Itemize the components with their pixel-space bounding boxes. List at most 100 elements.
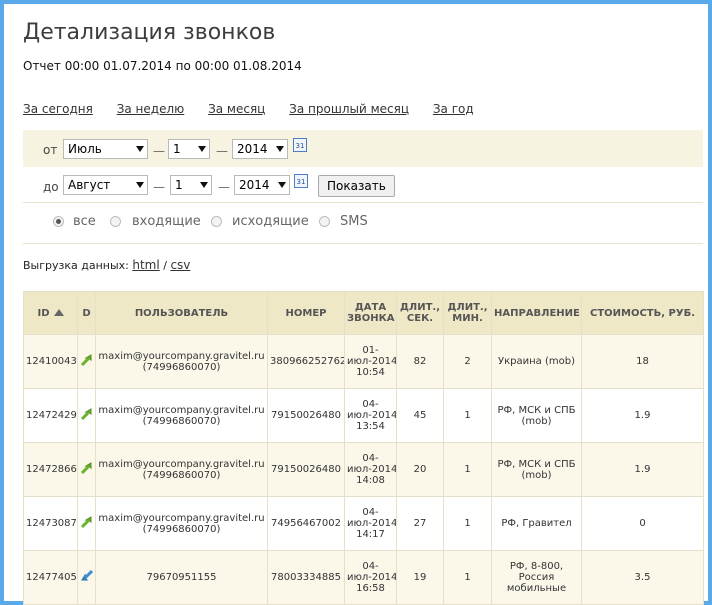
from-year-value: 2014: [237, 142, 268, 156]
from-month-select[interactable]: Июль: [63, 139, 148, 159]
cell-date: 04-июл-2014 14:17: [344, 496, 397, 551]
radio-sms-label[interactable]: SMS: [340, 214, 368, 229]
dash: —: [218, 180, 230, 194]
col-direction-flag[interactable]: D: [77, 291, 96, 335]
cell-number: 79150026480: [267, 388, 345, 443]
cell-direction: РФ, 8-800, Россия мобильные: [491, 550, 582, 605]
table-header-row: ID D ПОЛЬЗОВАТЕЛЬ НОМЕР ДАТА ЗВОНКА ДЛИТ…: [23, 291, 704, 335]
radio-all-label[interactable]: все: [73, 214, 96, 229]
dash: —: [216, 144, 228, 158]
to-label: до: [43, 180, 59, 194]
col-id-label: ID: [37, 307, 50, 319]
cell-dir: [77, 334, 96, 389]
cell-sec: 82: [396, 334, 444, 389]
from-row: от Июль — 1 — 2014 31: [23, 132, 703, 159]
radio-outgoing-label[interactable]: исходящие: [232, 214, 309, 229]
col-date[interactable]: ДАТА ЗВОНКА: [344, 291, 397, 335]
from-month-value: Июль: [68, 142, 102, 156]
cell-dir: [77, 388, 96, 443]
radio-incoming[interactable]: [110, 216, 121, 227]
col-id[interactable]: ID: [23, 291, 78, 335]
col-duration-sec[interactable]: ДЛИТ., СЕК.: [396, 291, 444, 335]
chevron-down-icon: [276, 146, 284, 152]
period-week-link[interactable]: За неделю: [117, 102, 185, 116]
from-day-value: 1: [173, 142, 181, 156]
col-user[interactable]: ПОЛЬЗОВАТЕЛЬ: [95, 291, 268, 335]
to-row: до Август — 1 — 2014 31 Показать: [23, 167, 703, 202]
cell-sec: 19: [396, 550, 444, 605]
to-month-value: Август: [68, 178, 111, 192]
page-title: Детализация звонков: [23, 20, 276, 45]
cell-number: 79150026480: [267, 442, 345, 497]
cell-direction: РФ, МСК и СПБ (mob): [491, 388, 582, 443]
cell-number: 380966252762: [267, 334, 345, 389]
to-day-select[interactable]: 1: [170, 175, 212, 195]
cell-number: 78003334885: [267, 550, 345, 605]
cell-cost: 1.9: [581, 442, 704, 497]
cell-min: 1: [443, 550, 492, 605]
cell-date: 04-июл-2014 16:58: [344, 550, 397, 605]
cell-user: maxim@yourcompany.gravitel.ru (749968600…: [95, 496, 268, 551]
date-filter: от Июль — 1 — 2014 31 до Август — 1 — 20…: [23, 130, 703, 202]
period-today-link[interactable]: За сегодня: [23, 102, 93, 116]
chevron-down-icon: [278, 182, 286, 188]
table-row: 12472866 maxim@yourcompany.gravitel.ru (…: [23, 442, 704, 497]
col-direction[interactable]: НАПРАВЛЕНИЕ: [491, 291, 582, 335]
table-row: 12410043 maxim@yourcompany.gravitel.ru (…: [23, 334, 704, 389]
radio-all[interactable]: [53, 216, 64, 227]
cell-id: 12477405: [23, 550, 78, 605]
to-year-select[interactable]: 2014: [234, 175, 290, 195]
col-number[interactable]: НОМЕР: [267, 291, 345, 335]
col-cost[interactable]: СТОИМОСТЬ, РУБ.: [581, 291, 704, 335]
cell-cost: 0: [581, 496, 704, 551]
dash: —: [153, 144, 165, 158]
export-separator: /: [163, 259, 167, 272]
cell-min: 1: [443, 496, 492, 551]
window-frame: Детализация звонков Отчет 00:00 01.07.20…: [0, 0, 712, 605]
to-month-select[interactable]: Август: [63, 175, 148, 195]
cell-min: 1: [443, 442, 492, 497]
cell-min: 2: [443, 334, 492, 389]
period-last-month-link[interactable]: За прошлый месяц: [289, 102, 409, 116]
radio-incoming-label[interactable]: входящие: [132, 214, 201, 229]
radio-outgoing[interactable]: [211, 216, 222, 227]
cell-id: 12472429: [23, 388, 78, 443]
col-duration-min[interactable]: ДЛИТ., МИН.: [443, 291, 492, 335]
cell-sec: 45: [396, 388, 444, 443]
cell-dir: [77, 550, 96, 605]
period-month-link[interactable]: За месяц: [208, 102, 265, 116]
from-label: от: [43, 143, 58, 157]
dash: —: [153, 180, 165, 194]
incoming-call-icon: [80, 570, 93, 581]
from-day-select[interactable]: 1: [168, 139, 210, 159]
export-html-link[interactable]: html: [132, 258, 159, 272]
outgoing-call-icon: [80, 516, 91, 528]
cell-id: 12472866: [23, 442, 78, 497]
cell-dir: [77, 496, 96, 551]
calendar-icon[interactable]: 31: [293, 138, 307, 152]
period-year-link[interactable]: За год: [433, 102, 474, 116]
cell-id: 12410043: [23, 334, 78, 389]
cell-id: 12473087: [23, 496, 78, 551]
cell-cost: 18: [581, 334, 704, 389]
cell-user: 79670951155: [95, 550, 268, 605]
cell-date: 04-июл-2014 14:08: [344, 442, 397, 497]
from-year-select[interactable]: 2014: [232, 139, 288, 159]
export-csv-link[interactable]: csv: [170, 258, 190, 272]
table-row: 12473087 maxim@yourcompany.gravitel.ru (…: [23, 496, 704, 551]
cell-min: 1: [443, 388, 492, 443]
export-label: Выгрузка данных:: [23, 259, 129, 272]
cell-direction: Украина (mob): [491, 334, 582, 389]
radio-sms[interactable]: [319, 216, 330, 227]
divider: [23, 243, 703, 244]
quick-periods: За сегодня За неделю За месяц За прошлый…: [23, 102, 494, 116]
outgoing-call-icon: [80, 408, 91, 420]
page-content: Детализация звонков Отчет 00:00 01.07.20…: [18, 14, 704, 605]
cell-cost: 1.9: [581, 388, 704, 443]
chevron-down-icon: [200, 182, 208, 188]
outgoing-call-icon: [80, 354, 91, 366]
calendar-icon[interactable]: 31: [294, 174, 308, 188]
cell-dir: [77, 442, 96, 497]
chevron-down-icon: [136, 146, 144, 152]
show-button[interactable]: Показать: [318, 175, 395, 197]
